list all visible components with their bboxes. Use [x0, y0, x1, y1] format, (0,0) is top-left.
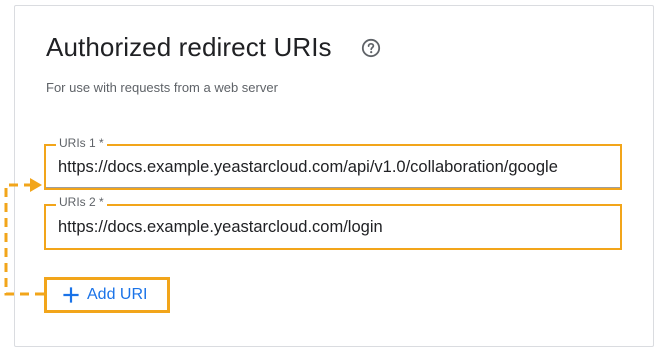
add-uri-label: Add URI [87, 286, 148, 303]
uri-1-input[interactable]: https://docs.example.yeastarcloud.com/ap… [58, 146, 614, 188]
uri-1-label: URIs 1 * [56, 137, 107, 150]
section-subtitle: For use with requests from a web server [46, 80, 278, 95]
help-circle-icon[interactable] [361, 38, 381, 58]
plus-icon [63, 287, 79, 303]
section-title: Authorized redirect URIs [46, 32, 332, 62]
uri-2-field[interactable]: https://docs.example.yeastarcloud.com/lo… [46, 206, 620, 248]
uri-2-label: URIs 2 * [56, 196, 107, 209]
add-uri-button[interactable]: Add URI [44, 277, 170, 313]
uri-2-input[interactable]: https://docs.example.yeastarcloud.com/lo… [58, 206, 614, 248]
uri-1-field[interactable]: https://docs.example.yeastarcloud.com/ap… [46, 146, 620, 188]
uri-1-underline [46, 187, 620, 188]
